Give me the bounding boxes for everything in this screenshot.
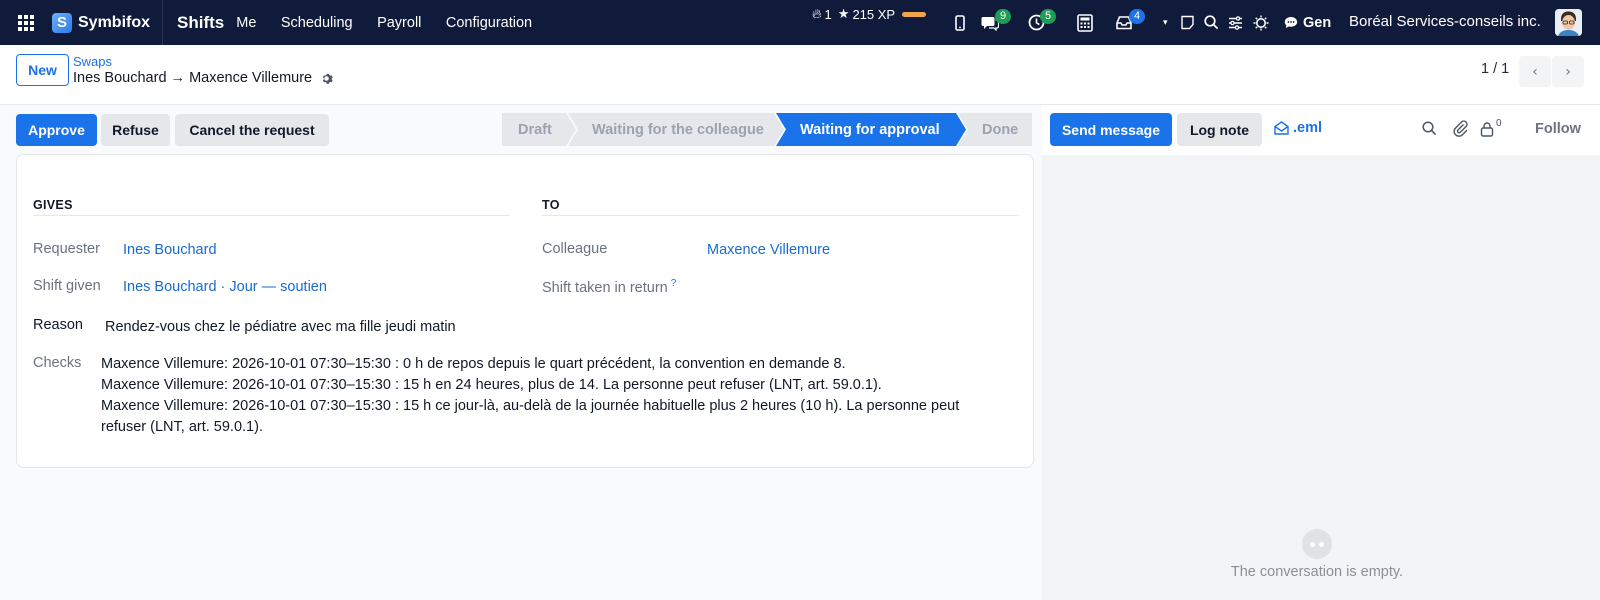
status-step-waiting-colleague[interactable]: Waiting for the colleague	[568, 113, 784, 146]
settings-sliders-icon[interactable]	[1228, 0, 1243, 45]
gamification-xp[interactable]: 🔥︎ 1 ★ 215 XP	[812, 6, 927, 22]
refuse-button[interactable]: Refuse	[101, 114, 170, 146]
reason-label: Reason	[33, 317, 83, 333]
new-button[interactable]: New	[16, 54, 69, 86]
check-item: Maxence Villemure: 2026-10-01 07:30–15:3…	[101, 377, 882, 393]
chevron-right-icon: ›	[1565, 63, 1571, 80]
brand[interactable]: S Symbifox	[52, 0, 164, 45]
menu-item-configuration[interactable]: Configuration	[446, 15, 532, 31]
app-menu-button[interactable]	[0, 0, 52, 45]
xp-points: 215 XP	[852, 6, 896, 22]
reason-value[interactable]: Rendez-vous chez le pédiatre avec ma fil…	[105, 319, 456, 335]
status-bar: Draft Waiting for the colleague Waiting …	[502, 113, 1032, 146]
xp-streak: 1	[824, 6, 832, 22]
gives-divider	[33, 215, 510, 216]
mobile-icon[interactable]	[955, 0, 965, 45]
shift-given-label: Shift given	[33, 278, 101, 294]
approve-button[interactable]: Approve	[16, 114, 97, 146]
menu-item-me[interactable]: Me	[236, 15, 256, 31]
record-title: Ines Bouchard → Maxence Villemure	[73, 70, 333, 86]
log-note-button[interactable]: Log note	[1177, 113, 1262, 146]
flame-icon: 🔥︎	[812, 6, 822, 21]
requester-value[interactable]: Ines Bouchard	[123, 242, 217, 258]
chevron-left-icon: ‹	[1532, 63, 1538, 80]
calculator-icon[interactable]	[1077, 0, 1093, 45]
messages-icon[interactable]	[981, 0, 999, 45]
status-step-waiting-approval[interactable]: Waiting for approval	[776, 113, 966, 146]
pager-previous-button[interactable]: ‹	[1519, 56, 1551, 87]
app-name[interactable]: Shifts	[163, 13, 236, 33]
chat-bubble-icon	[1284, 17, 1298, 28]
help-tooltip-icon[interactable]: ?	[671, 278, 677, 289]
menu-item-scheduling[interactable]: Scheduling	[281, 15, 353, 31]
colleague-label: Colleague	[542, 241, 608, 257]
chatter-search-icon[interactable]	[1422, 121, 1437, 140]
breadcrumb-swaps[interactable]: Swaps	[73, 54, 112, 69]
checks-list: Maxence Villemure: 2026-10-01 07:30–15:3…	[101, 354, 1006, 438]
check-item: Maxence Villemure: 2026-10-01 07:30–15:3…	[101, 398, 960, 435]
dropdown-caret-icon[interactable]: ▾	[1163, 0, 1168, 45]
send-message-button[interactable]: Send message	[1050, 113, 1172, 146]
messages-count-badge: 9	[995, 9, 1012, 24]
main-menu: Me Scheduling Payroll Configuration	[236, 15, 552, 31]
check-item: Maxence Villemure: 2026-10-01 07:30–15:3…	[101, 356, 846, 372]
colleague-value[interactable]: Maxence Villemure	[707, 242, 830, 258]
chat-gen-button[interactable]: Gen	[1284, 0, 1331, 45]
search-icon[interactable]	[1204, 0, 1219, 45]
control-panel: New Swaps Ines Bouchard → Maxence Villem…	[0, 45, 1600, 105]
user-avatar[interactable]	[1555, 9, 1582, 36]
envelope-open-icon	[1274, 121, 1289, 135]
brand-name: Symbifox	[78, 13, 151, 31]
cancel-request-button[interactable]: Cancel the request	[175, 114, 329, 146]
empty-conversation-text: The conversation is empty.	[1230, 564, 1404, 580]
to-section-title: TO	[542, 198, 560, 212]
status-step-done[interactable]: Done	[958, 113, 1032, 146]
star-icon: ★	[837, 6, 850, 21]
chatter-toolbar: Send message Log note .eml 0 Follow	[1042, 105, 1600, 155]
shift-given-value[interactable]: Ines Bouchard · Jour — soutien	[123, 279, 327, 295]
paperclip-icon[interactable]	[1453, 120, 1468, 141]
xp-progress-bar	[902, 11, 927, 17]
chat-label: Gen	[1303, 14, 1332, 31]
empty-conversation-icon	[1302, 529, 1332, 559]
company-switcher[interactable]: Boréal Services-conseils inc.	[1349, 13, 1541, 30]
inbox-icon[interactable]	[1116, 0, 1132, 45]
note-icon[interactable]	[1180, 0, 1195, 45]
checks-label: Checks	[33, 355, 82, 371]
activities-count-badge: 5	[1040, 9, 1057, 24]
shift-taken-label: Shift taken in return?	[542, 278, 676, 296]
requester-label: Requester	[33, 241, 100, 257]
eml-label: .eml	[1293, 120, 1323, 136]
gives-section-title: GIVES	[33, 198, 73, 212]
form-sheet: GIVES Requester Ines Bouchard Shift give…	[16, 154, 1034, 468]
to-divider	[542, 215, 1019, 216]
gear-icon[interactable]	[320, 72, 333, 85]
pager-next-button[interactable]: ›	[1552, 56, 1584, 87]
followers-button[interactable]: 0	[1480, 118, 1502, 138]
record-title-text: Ines Bouchard → Maxence Villemure	[73, 70, 313, 86]
menu-item-payroll[interactable]: Payroll	[377, 15, 421, 31]
followers-count: 0	[1496, 118, 1502, 129]
follow-button[interactable]: Follow	[1535, 121, 1581, 137]
apps-grid-icon	[18, 14, 34, 31]
lock-icon	[1480, 122, 1494, 137]
eml-button[interactable]: .eml	[1274, 120, 1322, 136]
brand-logo-icon: S	[52, 12, 72, 33]
pager-value: 1 / 1	[1481, 61, 1510, 77]
inbox-count-badge: 4	[1129, 9, 1146, 24]
top-navbar: S Symbifox Shifts Me Scheduling Payroll …	[0, 0, 1600, 45]
shift-taken-label-text: Shift taken in return	[542, 279, 668, 296]
chatter-panel: Send message Log note .eml 0 Follow The …	[1042, 105, 1600, 600]
shift-taken-input[interactable]	[707, 271, 1019, 299]
theme-sun-icon[interactable]	[1253, 0, 1269, 45]
status-step-draft[interactable]: Draft	[502, 113, 576, 146]
